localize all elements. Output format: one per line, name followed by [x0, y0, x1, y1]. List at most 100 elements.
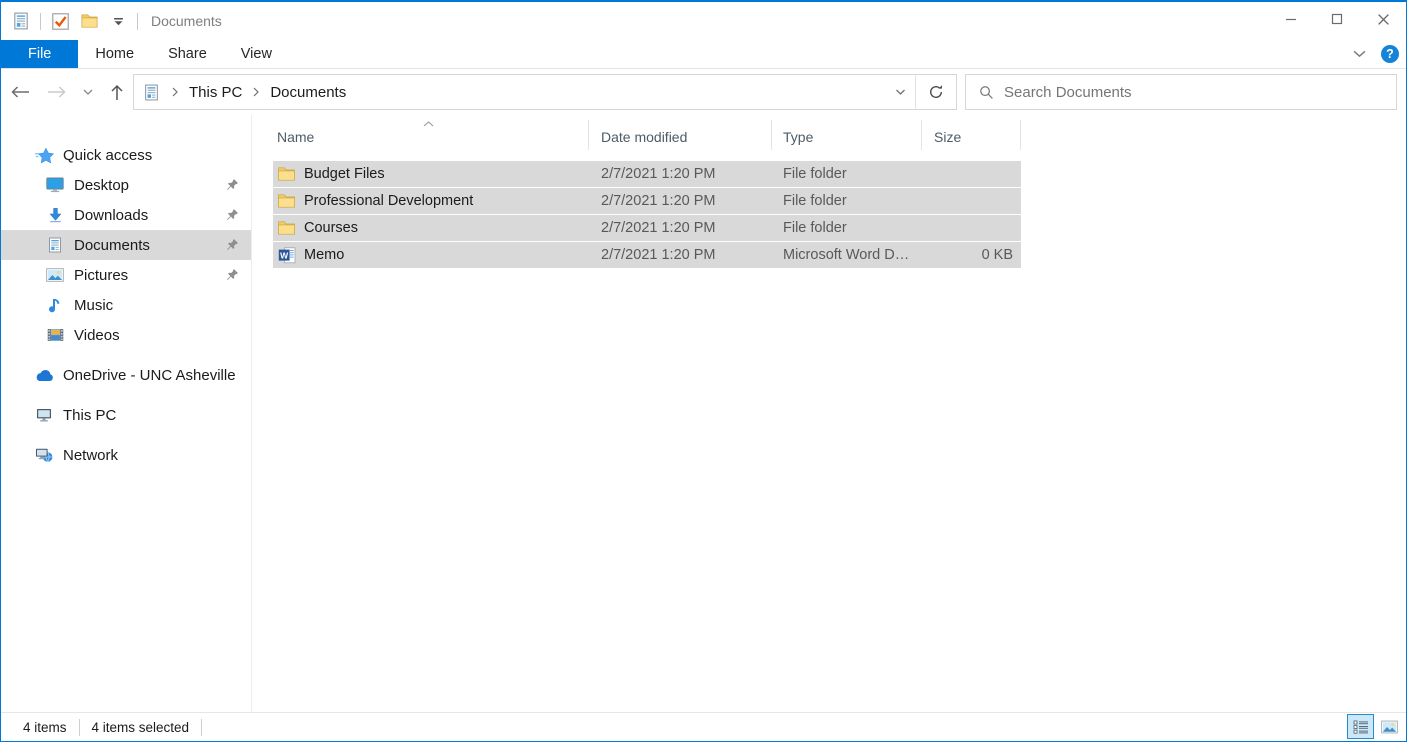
sidebar-item-label: Quick access: [63, 147, 152, 164]
refresh-button[interactable]: [916, 75, 956, 109]
customize-toolbar-icon[interactable]: [108, 10, 128, 32]
sidebar-item-network[interactable]: Network: [1, 440, 251, 470]
address-dropdown-chevron-icon[interactable]: [885, 75, 915, 109]
close-button[interactable]: [1360, 2, 1406, 36]
file-date-modified: 2/7/2021 1:20 PM: [589, 220, 772, 236]
file-name: Courses: [304, 220, 358, 236]
forward-button[interactable]: [39, 75, 75, 109]
column-header-name[interactable]: Name: [273, 120, 589, 150]
pin-icon: [226, 238, 239, 251]
sidebar-item-this-pc[interactable]: This PC: [1, 400, 251, 430]
sidebar-item-label: Pictures: [74, 267, 128, 284]
file-name: Memo: [304, 247, 344, 263]
word-document-icon: W: [277, 247, 296, 264]
folder-icon: [277, 220, 296, 237]
sidebar-item-downloads[interactable]: Downloads: [1, 200, 251, 230]
toolbar-separator: [137, 13, 138, 30]
quick-access-star-icon: [34, 146, 54, 164]
sidebar-item-documents[interactable]: Documents: [1, 230, 251, 260]
sidebar-item-label: Downloads: [74, 207, 148, 224]
file-date-modified: 2/7/2021 1:20 PM: [589, 166, 772, 182]
pictures-icon: [45, 266, 65, 284]
this-pc-icon: [34, 406, 54, 424]
tab-view[interactable]: View: [224, 40, 289, 68]
maximize-button[interactable]: [1314, 2, 1360, 36]
details-view-button[interactable]: [1347, 714, 1374, 739]
file-row-courses[interactable]: Courses 2/7/2021 1:20 PM File folder: [273, 215, 1021, 241]
sort-ascending-icon: [423, 121, 434, 127]
item-count: 4 items: [23, 720, 67, 735]
column-header-size[interactable]: Size: [922, 120, 1021, 150]
breadcrumb-chevron-icon[interactable]: [167, 87, 183, 97]
navigation-bar: This PC Documents: [1, 69, 1406, 115]
recent-locations-chevron-icon[interactable]: [75, 75, 101, 109]
status-separator: [79, 719, 80, 736]
search-input[interactable]: [1004, 75, 1396, 109]
file-name: Professional Development: [304, 193, 473, 209]
file-type: File folder: [772, 193, 922, 209]
up-button[interactable]: [101, 75, 133, 109]
sidebar-item-onedrive[interactable]: OneDrive - UNC Asheville: [1, 360, 251, 390]
file-size: 0 KB: [922, 247, 1021, 263]
navigation-pane: Quick access Desktop Downloads: [1, 115, 252, 712]
breadcrumb-documents[interactable]: Documents: [264, 84, 352, 101]
window-title: Documents: [151, 13, 222, 29]
file-name: Budget Files: [304, 166, 385, 182]
file-row-budget-files[interactable]: Budget Files 2/7/2021 1:20 PM File folde…: [273, 161, 1021, 187]
folder-icon: [277, 193, 296, 210]
file-type: Microsoft Word D…: [772, 247, 922, 263]
window-controls: [1268, 2, 1406, 40]
sidebar-item-label: OneDrive - UNC Asheville: [63, 367, 236, 384]
new-folder-icon[interactable]: [79, 10, 99, 32]
documents-icon: [45, 236, 65, 254]
address-bar[interactable]: This PC Documents: [133, 74, 957, 110]
explorer-document-icon: [11, 10, 31, 32]
file-list-pane: Name Date modified Type Size: [252, 115, 1406, 712]
column-header-date-modified[interactable]: Date modified: [589, 120, 772, 150]
downloads-icon: [45, 206, 65, 224]
sidebar-item-desktop[interactable]: Desktop: [1, 170, 251, 200]
search-box[interactable]: [965, 74, 1397, 110]
svg-text:W: W: [280, 250, 289, 260]
help-button[interactable]: ?: [1381, 45, 1399, 63]
breadcrumb-chevron-icon[interactable]: [248, 87, 264, 97]
view-toggles: [1347, 714, 1403, 739]
breadcrumb-this-pc[interactable]: This PC: [183, 84, 248, 101]
location-document-icon: [143, 84, 160, 101]
expand-ribbon-chevron-icon[interactable]: [1353, 50, 1366, 58]
minimize-button[interactable]: [1268, 2, 1314, 36]
file-row-memo[interactable]: W Memo 2/7/2021 1:20 PM Microsoft Word D…: [273, 242, 1021, 268]
tab-file[interactable]: File: [1, 40, 78, 68]
sidebar-item-label: Music: [74, 297, 113, 314]
network-icon: [34, 446, 54, 464]
onedrive-cloud-icon: [34, 366, 54, 384]
back-button[interactable]: [1, 75, 39, 109]
sidebar-item-label: Documents: [74, 237, 150, 254]
sidebar-item-videos[interactable]: Videos: [1, 320, 251, 350]
file-date-modified: 2/7/2021 1:20 PM: [589, 193, 772, 209]
sidebar-item-label: Videos: [74, 327, 120, 344]
pin-icon: [226, 178, 239, 191]
tab-home[interactable]: Home: [78, 40, 151, 68]
file-rows: Budget Files 2/7/2021 1:20 PM File folde…: [273, 161, 1021, 268]
sidebar-item-label: This PC: [63, 407, 116, 424]
sidebar-item-label: Network: [63, 447, 118, 464]
properties-check-icon[interactable]: [50, 10, 70, 32]
column-header-type[interactable]: Type: [772, 120, 922, 150]
music-icon: [45, 296, 65, 314]
tab-share[interactable]: Share: [151, 40, 224, 68]
sidebar-item-label: Desktop: [74, 177, 129, 194]
sidebar-item-music[interactable]: Music: [1, 290, 251, 320]
title-bar: Documents: [1, 2, 1406, 40]
file-row-professional-development[interactable]: Professional Development 2/7/2021 1:20 P…: [273, 188, 1021, 214]
selection-count: 4 items selected: [92, 720, 190, 735]
status-bar: 4 items 4 items selected: [1, 712, 1406, 741]
search-icon: [979, 85, 994, 100]
file-type: File folder: [772, 166, 922, 182]
status-separator: [201, 719, 202, 736]
desktop-icon: [45, 176, 65, 194]
sidebar-item-pictures[interactable]: Pictures: [1, 260, 251, 290]
sidebar-item-quick-access[interactable]: Quick access: [1, 140, 251, 170]
large-icons-view-button[interactable]: [1376, 714, 1403, 739]
file-date-modified: 2/7/2021 1:20 PM: [589, 247, 772, 263]
